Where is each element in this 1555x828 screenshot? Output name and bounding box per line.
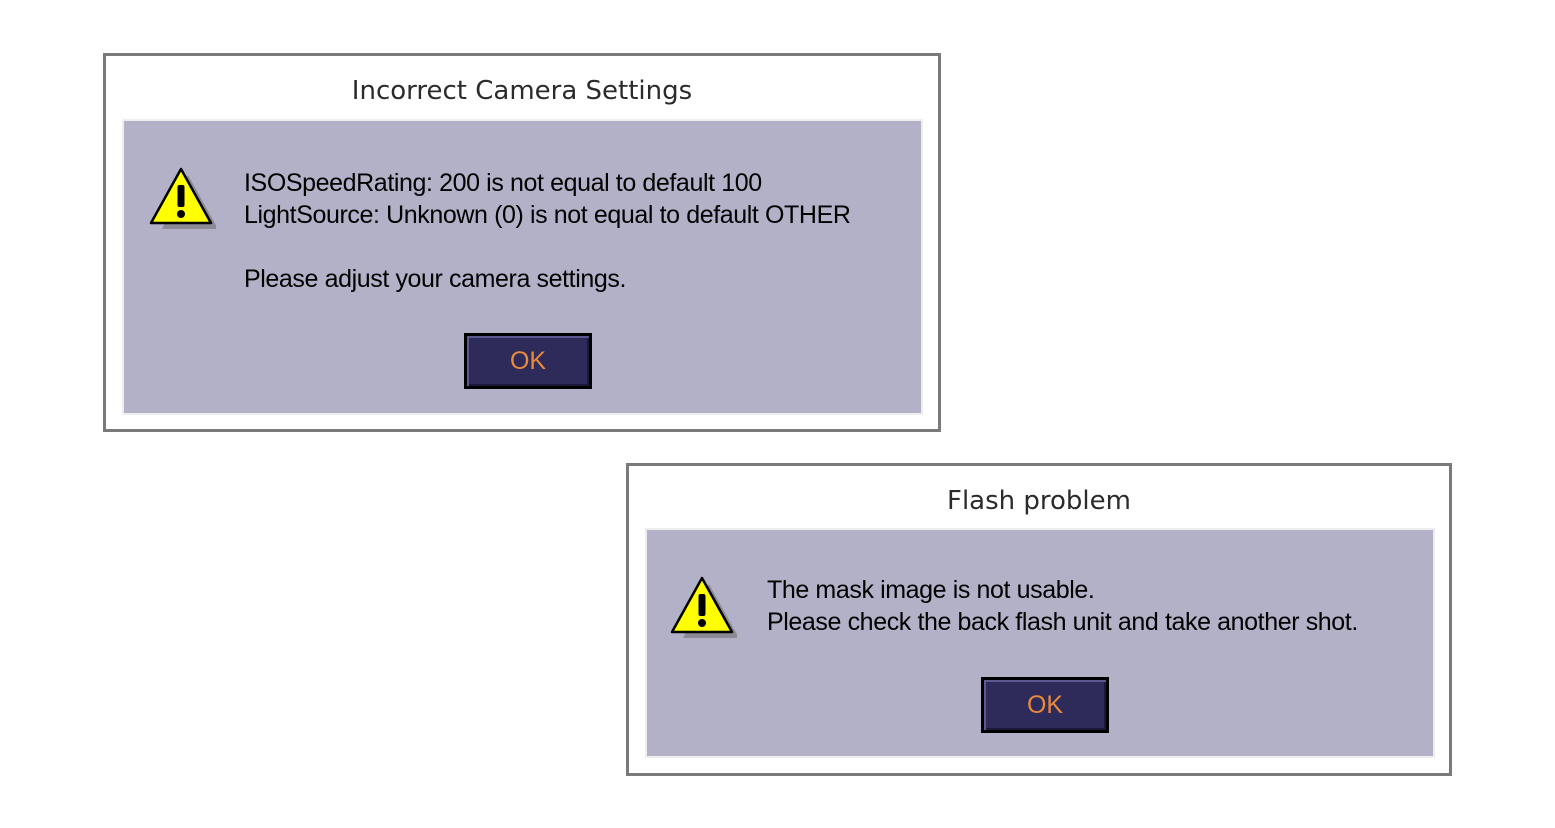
ok-button[interactable]: OK (464, 333, 592, 389)
flash-problem-dialog: Flash problem The mask image is not usab… (626, 463, 1452, 776)
message-line: Please adjust your camera settings. (244, 265, 627, 293)
dialog-body: ISOSpeedRating: 200 is not equal to defa… (122, 119, 923, 415)
message-line: LightSource: Unknown (0) is not equal to… (244, 201, 851, 229)
dialog-message: The mask image is not usable. Please che… (767, 574, 1358, 638)
camera-settings-dialog: Incorrect Camera Settings ISOSpeedRating… (103, 53, 941, 432)
dialog-body: The mask image is not usable. Please che… (645, 528, 1435, 758)
message-line: The mask image is not usable. (767, 576, 1095, 604)
ok-button[interactable]: OK (981, 677, 1109, 733)
dialog-title: Incorrect Camera Settings (351, 76, 693, 106)
message-line: Please check the back flash unit and tak… (767, 608, 1358, 636)
message-line: ISOSpeedRating: 200 is not equal to defa… (244, 169, 762, 197)
dialog-message: ISOSpeedRating: 200 is not equal to defa… (244, 167, 851, 295)
warning-icon (670, 576, 737, 638)
dialog-title: Flash problem (947, 486, 1131, 516)
warning-icon (149, 167, 216, 229)
